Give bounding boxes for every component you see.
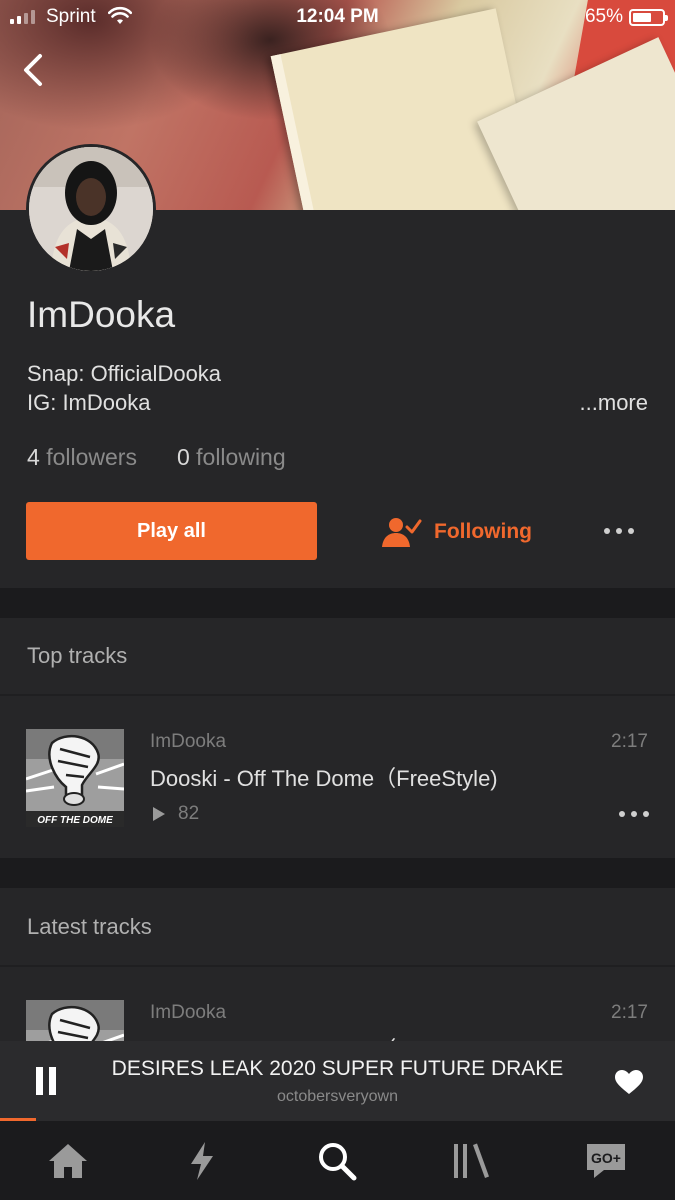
user-check-icon <box>382 518 422 547</box>
track-artwork <box>26 1000 124 1047</box>
mini-player[interactable]: DESIRES LEAK 2020 SUPER FUTURE DRAKE oct… <box>0 1041 675 1121</box>
track-artist: ImDooka <box>150 731 227 752</box>
profile-more-options-icon[interactable] <box>604 519 634 543</box>
latest-tracks-heading: Latest tracks <box>27 914 152 939</box>
go-plus-label: GO+ <box>591 1150 621 1166</box>
now-playing-artist: octobersveryown <box>277 1088 398 1105</box>
play-all-button[interactable]: Play all <box>26 502 317 560</box>
search-icon <box>319 1143 357 1181</box>
tab-home[interactable] <box>43 1139 93 1183</box>
profile-username: ImDooka <box>27 294 176 335</box>
avatar[interactable] <box>26 144 156 274</box>
track-artist: ImDooka <box>150 1002 227 1023</box>
follow-stats: 4 followers 0 following <box>27 444 286 471</box>
top-tracks-heading: Top tracks <box>27 643 128 668</box>
play-count-icon <box>153 807 165 821</box>
tab-library[interactable] <box>446 1139 496 1183</box>
track-row[interactable]: ImDooka Dooski - Off The Dome（FreeStyle)… <box>0 967 675 1047</box>
back-button[interactable] <box>14 50 54 90</box>
following-stat[interactable]: 0 following <box>177 444 286 470</box>
section-separator <box>0 588 675 618</box>
battery-percentage: 65% <box>584 6 623 27</box>
bio-line-ig: IG: ImDooka <box>27 390 151 415</box>
track-title: Dooski - Off The Dome（FreeStyle) <box>150 766 498 791</box>
tab-go-plus[interactable]: GO+ <box>581 1139 631 1183</box>
followers-label: followers <box>46 444 137 470</box>
status-bar: Sprint 12:04 PM 65% <box>0 0 675 36</box>
bio-line-snap: Snap: OfficialDooka <box>27 361 222 386</box>
bio-more-link[interactable]: ...more <box>580 390 648 416</box>
now-playing-title: DESIRES LEAK 2020 SUPER FUTURE DRAKE <box>111 1057 564 1080</box>
play-count-value: 82 <box>178 803 200 824</box>
battery-icon <box>629 9 668 26</box>
following-button-label: Following <box>434 520 532 543</box>
tab-bar: GO+ <box>0 1121 675 1200</box>
track-play-count: 82 <box>152 803 199 825</box>
followers-stat[interactable]: 4 followers <box>27 444 137 470</box>
lightning-icon <box>191 1142 213 1180</box>
track-duration: 2:17 <box>611 731 648 752</box>
track-artwork: OFF THE DOME <box>26 729 124 827</box>
avatar-image <box>29 147 153 271</box>
track-duration: 2:17 <box>611 1002 648 1023</box>
tab-stream[interactable] <box>177 1139 227 1183</box>
followers-count: 4 <box>27 444 40 470</box>
home-icon <box>49 1144 87 1178</box>
library-icon <box>454 1143 489 1178</box>
section-separator <box>0 858 675 888</box>
track-more-options-icon[interactable] <box>619 802 649 826</box>
following-button[interactable]: Following <box>382 510 532 554</box>
tab-search[interactable] <box>312 1139 362 1183</box>
like-heart-icon[interactable] <box>614 1069 644 1095</box>
artwork-caption: OFF THE DOME <box>37 815 113 826</box>
go-plus-icon: GO+ <box>587 1144 625 1178</box>
clock: 12:04 PM <box>296 6 379 27</box>
track-row[interactable]: OFF THE DOME ImDooka Dooski - Off The Do… <box>0 696 675 858</box>
following-label: following <box>196 444 286 470</box>
following-count: 0 <box>176 444 190 470</box>
